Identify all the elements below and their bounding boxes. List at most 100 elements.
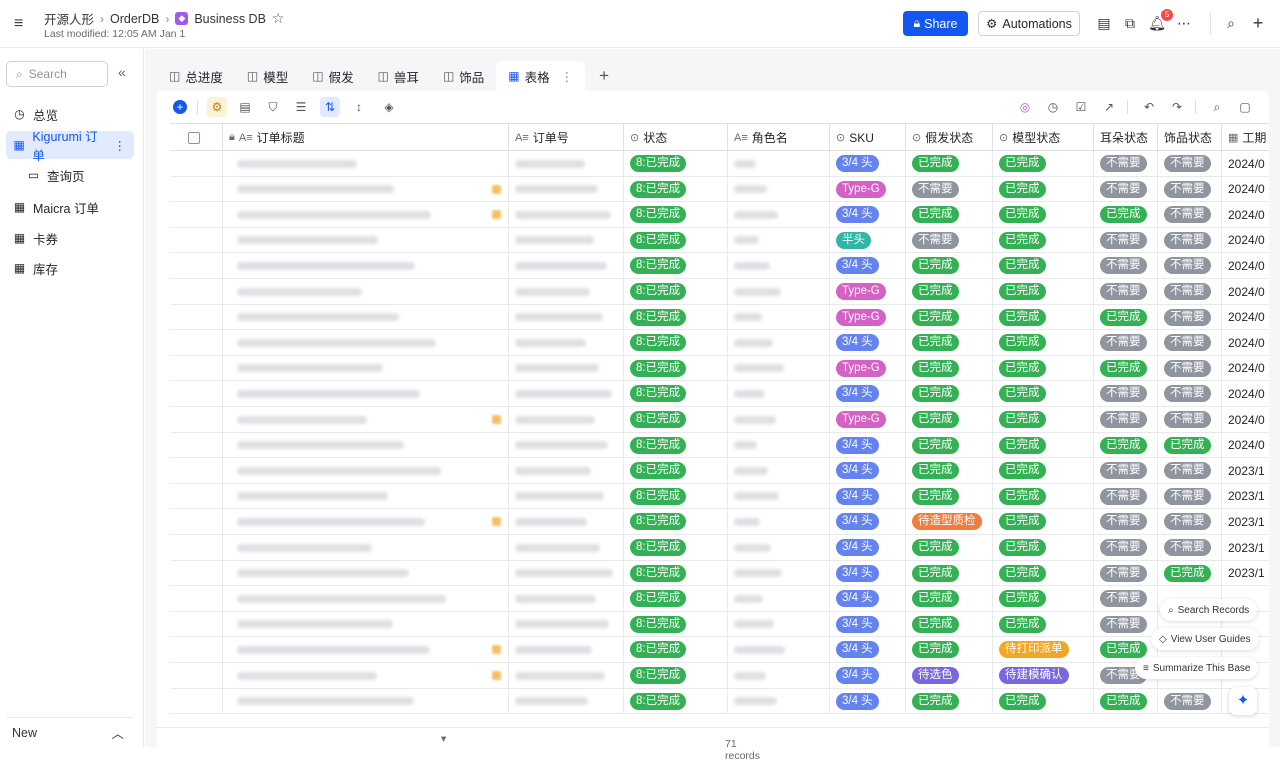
comment-icon[interactable]: ▢ [1235, 97, 1255, 117]
status-cell[interactable]: 8:已完成 [624, 483, 728, 509]
sidebar-item-overview[interactable]: ◷ 总览 [6, 100, 134, 128]
wig-status-cell[interactable]: 已完成 [906, 483, 993, 509]
character-name-cell[interactable] [728, 381, 830, 407]
column-header-accessory-status[interactable]: 饰品状态 [1158, 124, 1222, 151]
sku-cell[interactable]: Type-G [830, 355, 906, 381]
search-input[interactable]: ⌕ Search [6, 61, 108, 87]
model-status-cell[interactable]: 已完成 [993, 586, 1094, 612]
status-cell[interactable]: 8:已完成 [624, 586, 728, 612]
ear-status-cell[interactable]: 不需要 [1094, 151, 1158, 176]
sku-cell[interactable]: 3/4 头 [830, 458, 906, 484]
group-icon[interactable]: ☰ [291, 97, 311, 117]
character-name-cell[interactable] [728, 458, 830, 484]
character-name-cell[interactable] [728, 586, 830, 612]
summarize-base-button[interactable]: ≡ Summarize This Base [1135, 657, 1259, 679]
order-title-cell[interactable] [223, 202, 509, 228]
status-cell[interactable]: 8:已完成 [624, 176, 728, 202]
character-name-cell[interactable] [728, 407, 830, 432]
order-number-cell[interactable] [509, 407, 624, 432]
wig-status-cell[interactable]: 不需要 [906, 176, 993, 202]
wig-status-cell[interactable]: 已完成 [906, 586, 993, 612]
collapse-sidebar-icon[interactable]: « [118, 64, 126, 80]
model-status-cell[interactable]: 已完成 [993, 176, 1094, 202]
model-status-cell[interactable]: 已完成 [993, 458, 1094, 484]
order-number-cell[interactable] [509, 202, 624, 228]
wig-status-cell[interactable]: 已完成 [906, 202, 993, 228]
row-height-icon[interactable]: ↕ [349, 97, 369, 117]
ear-status-cell[interactable]: 不需要 [1094, 253, 1158, 279]
more-vertical-icon[interactable]: ⋮ [114, 138, 127, 153]
sidebar-item-inventory[interactable]: ▦ 库存 [6, 254, 134, 282]
accessory-status-cell[interactable]: 已完成 [1158, 560, 1222, 586]
wig-status-cell[interactable]: 已完成 [906, 637, 993, 663]
search-table-icon[interactable]: ⌕ [1207, 97, 1227, 117]
table-row[interactable]: 8:已完成 3/4 头已完成 已完成 已完成 不需要 2024/0 [170, 202, 1269, 228]
ai-assistant-icon[interactable]: ✦ [1229, 687, 1257, 715]
order-number-cell[interactable] [509, 688, 624, 714]
schedule-date-cell[interactable]: 2024/0 [1222, 305, 1269, 330]
order-title-cell[interactable] [223, 586, 509, 612]
order-number-cell[interactable] [509, 151, 624, 176]
sku-cell[interactable]: Type-G [830, 176, 906, 202]
ear-status-cell[interactable]: 不需要 [1094, 330, 1158, 356]
add-icon[interactable]: + [1249, 14, 1267, 32]
wig-status-cell[interactable]: 不需要 [906, 227, 993, 253]
character-name-cell[interactable] [728, 663, 830, 688]
wig-status-cell[interactable]: 已完成 [906, 381, 993, 407]
ear-status-cell[interactable]: 不需要 [1094, 407, 1158, 432]
model-status-cell[interactable]: 已完成 [993, 355, 1094, 381]
order-number-cell[interactable] [509, 560, 624, 586]
model-status-cell[interactable]: 已完成 [993, 253, 1094, 279]
sku-cell[interactable]: 3/4 头 [830, 509, 906, 535]
wig-status-cell[interactable]: 已完成 [906, 253, 993, 279]
status-cell[interactable]: 8:已完成 [624, 688, 728, 714]
sku-cell[interactable]: 半头 [830, 227, 906, 253]
schedule-date-cell[interactable]: 2024/0 [1222, 279, 1269, 304]
table-row[interactable]: 8:已完成 3/4 头 已完成 已完成 不需要 不需要 2024/0 [170, 151, 1269, 177]
order-title-cell[interactable] [223, 253, 509, 279]
history-icon[interactable]: ◷ [1043, 97, 1063, 117]
model-status-cell[interactable]: 已完成 [993, 407, 1094, 432]
tab-table[interactable]: ▦ 表格 ⋮ [496, 61, 586, 91]
character-name-cell[interactable] [728, 432, 830, 458]
sku-cell[interactable]: 3/4 头 [830, 663, 906, 688]
ear-status-cell[interactable]: 不需要 [1094, 586, 1158, 612]
character-name-cell[interactable] [728, 151, 830, 176]
search-icon[interactable]: ⌕ [1222, 14, 1240, 32]
status-cell[interactable]: 8:已完成 [624, 151, 728, 176]
status-cell[interactable]: 8:已完成 [624, 279, 728, 304]
order-number-cell[interactable] [509, 253, 624, 279]
column-header-character[interactable]: A≡ 角色名 [728, 124, 830, 151]
ear-status-cell[interactable]: 已完成 [1094, 688, 1158, 714]
order-number-cell[interactable] [509, 432, 624, 458]
table-row[interactable]: 8:已完成 Type-G 不需要 已完成 不需要 不需要 2024/0 [170, 176, 1269, 203]
character-name-cell[interactable] [728, 355, 830, 381]
table-row[interactable]: 8:已完成 3/4 头 已完成 已完成 不需要 [170, 611, 1269, 638]
order-title-cell[interactable] [223, 330, 509, 356]
ear-status-cell[interactable]: 不需要 [1094, 560, 1158, 586]
order-title-cell[interactable] [223, 663, 509, 688]
tab-progress[interactable]: ◫ 总进度 [157, 61, 235, 91]
table-row[interactable]: 8:已完成 3/4 头 待造型质检 已完成 不需要 不需要 2023/1 [170, 509, 1269, 535]
automations-button[interactable]: ⚙ Automations [978, 11, 1080, 36]
sort-icon[interactable]: ⇅ [320, 97, 340, 117]
character-name-cell[interactable] [728, 227, 830, 253]
paint-bucket-icon[interactable]: ◈ [379, 97, 399, 117]
schedule-date-cell[interactable]: 2023/1 [1222, 509, 1269, 534]
character-name-cell[interactable] [728, 688, 830, 714]
add-record-icon[interactable]: + [173, 100, 187, 114]
accessory-status-cell[interactable]: 不需要 [1158, 176, 1222, 202]
column-header-ear-status[interactable]: 耳朵状态 [1094, 124, 1158, 151]
wig-status-cell[interactable]: 已完成 [906, 279, 993, 304]
order-number-cell[interactable] [509, 176, 624, 202]
model-status-cell[interactable]: 已完成 [993, 509, 1094, 535]
sku-cell[interactable]: 3/4 头 [830, 202, 906, 228]
sku-cell[interactable]: 3/4 头 [830, 253, 906, 279]
status-cell[interactable]: 8:已完成 [624, 355, 728, 381]
accessory-status-cell[interactable]: 不需要 [1158, 253, 1222, 279]
menu-toggle-icon[interactable]: ≡ [14, 14, 36, 34]
accessory-status-cell[interactable]: 不需要 [1158, 279, 1222, 304]
model-status-cell[interactable]: 已完成 [993, 483, 1094, 509]
accessory-status-cell[interactable]: 不需要 [1158, 483, 1222, 509]
more-vertical-icon[interactable]: ⋮ [561, 69, 574, 84]
